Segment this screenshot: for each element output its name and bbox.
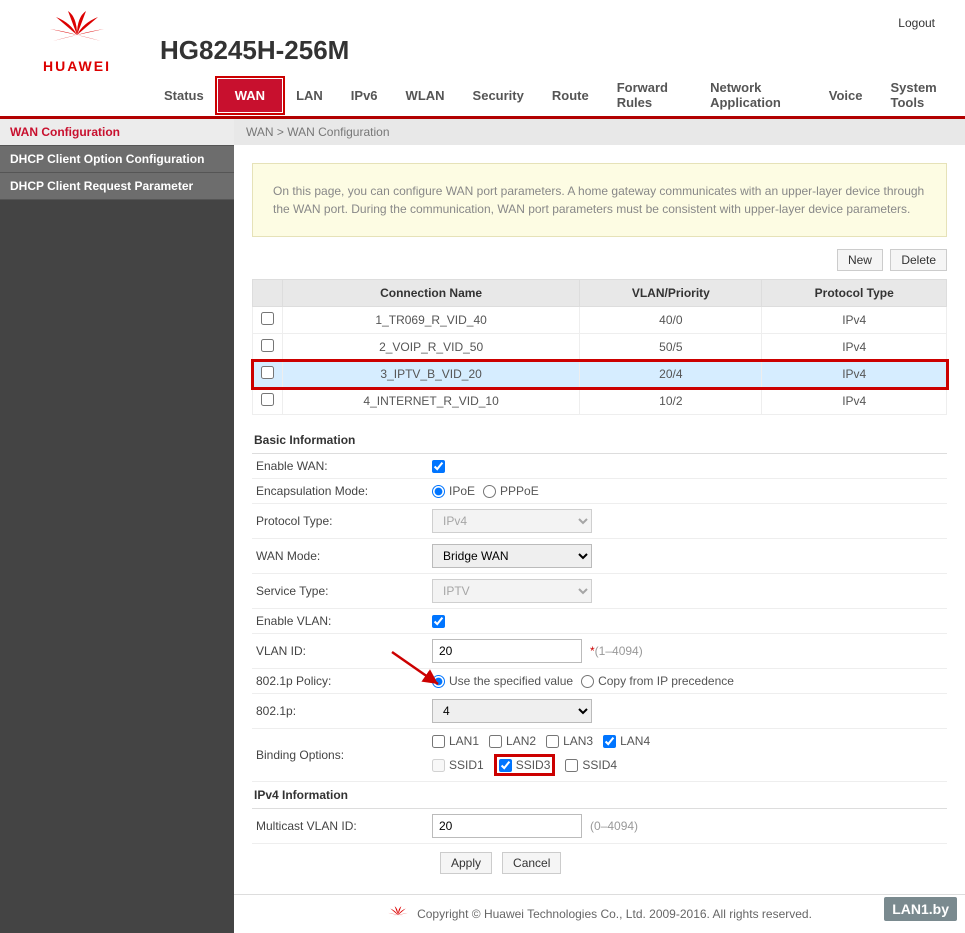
multicast-vlan-input[interactable] [432, 814, 582, 838]
nav-forward-rules[interactable]: Forward Rules [603, 74, 696, 116]
basic-info-title: Basic Information [252, 427, 947, 454]
nav-voice[interactable]: Voice [815, 82, 877, 109]
nav-status[interactable]: Status [150, 82, 218, 109]
model-title: HG8245H-256M [142, 35, 898, 74]
sidebar: WAN Configuration DHCP Client Option Con… [0, 119, 234, 933]
encap-ipoe-radio[interactable] [432, 485, 445, 498]
vlan-id-input[interactable] [432, 639, 582, 663]
8021p-select[interactable]: 4 [432, 699, 592, 723]
breadcrumb: WAN > WAN Configuration [234, 119, 965, 145]
watermark: LAN1.by [884, 897, 957, 921]
logout-link[interactable]: Logout [898, 16, 953, 30]
info-box: On this page, you can configure WAN port… [252, 163, 947, 237]
main-nav: Status WAN LAN IPv6 WLAN Security Route … [0, 74, 965, 119]
cancel-button[interactable]: Cancel [502, 852, 561, 874]
row-checkbox[interactable] [261, 366, 274, 379]
wan-mode-select[interactable]: Bridge WAN [432, 544, 592, 568]
footer-copyright: Copyright © Huawei Technologies Co., Ltd… [417, 907, 812, 921]
nav-ipv6[interactable]: IPv6 [337, 82, 392, 109]
brand-text: HUAWEI [43, 58, 111, 74]
bind-ssid4-checkbox[interactable] [565, 759, 578, 772]
apply-button[interactable]: Apply [440, 852, 492, 874]
enable-wan-label: Enable WAN: [252, 459, 432, 473]
col-protocol-type: Protocol Type [762, 280, 947, 307]
8021p-label: 802.1p: [252, 704, 432, 718]
sidebar-item-wan-config[interactable]: WAN Configuration [0, 119, 234, 146]
connection-table: Connection Name VLAN/Priority Protocol T… [252, 279, 947, 415]
binding-options-label: Binding Options: [252, 748, 432, 762]
wan-mode-label: WAN Mode: [252, 549, 432, 563]
bind-lan2-checkbox[interactable] [489, 735, 502, 748]
row-checkbox[interactable] [261, 393, 274, 406]
delete-button[interactable]: Delete [890, 249, 947, 271]
enable-vlan-checkbox[interactable] [432, 615, 445, 628]
bind-lan3-checkbox[interactable] [546, 735, 559, 748]
protocol-type-label: Protocol Type: [252, 514, 432, 528]
bind-lan1-checkbox[interactable] [432, 735, 445, 748]
vlan-id-label: VLAN ID: [252, 644, 432, 658]
8021p-policy-label: 802.1p Policy: [252, 674, 432, 688]
huawei-logo-icon [45, 8, 109, 56]
bind-lan4-checkbox[interactable] [603, 735, 616, 748]
row-checkbox[interactable] [261, 312, 274, 325]
service-type-label: Service Type: [252, 584, 432, 598]
bind-ssid3-checkbox[interactable] [499, 759, 512, 772]
sidebar-item-dhcp-option[interactable]: DHCP Client Option Configuration [0, 146, 234, 173]
table-row[interactable]: 4_INTERNET_R_VID_10 10/2 IPv4 [253, 388, 947, 415]
table-row[interactable]: 1_TR069_R_VID_40 40/0 IPv4 [253, 307, 947, 334]
protocol-type-select[interactable]: IPv4 [432, 509, 592, 533]
enable-wan-checkbox[interactable] [432, 460, 445, 473]
ipv4-info-title: IPv4 Information [252, 782, 947, 809]
sidebar-item-dhcp-request[interactable]: DHCP Client Request Parameter [0, 173, 234, 200]
new-button[interactable]: New [837, 249, 883, 271]
service-type-select[interactable]: IPTV [432, 579, 592, 603]
row-checkbox[interactable] [261, 339, 274, 352]
policy-specified-radio[interactable] [432, 675, 445, 688]
bind-ssid1-checkbox[interactable] [432, 759, 445, 772]
table-row[interactable]: 2_VOIP_R_VID_50 50/5 IPv4 [253, 334, 947, 361]
nav-network-application[interactable]: Network Application [696, 74, 815, 116]
nav-wlan[interactable]: WLAN [392, 82, 459, 109]
col-connection-name: Connection Name [283, 280, 580, 307]
encap-pppoe-radio[interactable] [483, 485, 496, 498]
huawei-logo-small-icon [387, 905, 409, 923]
policy-copy-radio[interactable] [581, 675, 594, 688]
table-row-selected[interactable]: 3_IPTV_B_VID_20 20/4 IPv4 [253, 361, 947, 388]
encap-mode-label: Encapsulation Mode: [252, 484, 432, 498]
enable-vlan-label: Enable VLAN: [252, 614, 432, 628]
nav-system-tools[interactable]: System Tools [876, 74, 965, 116]
nav-wan[interactable]: WAN [218, 79, 282, 112]
nav-security[interactable]: Security [459, 82, 538, 109]
col-vlan-priority: VLAN/Priority [580, 280, 762, 307]
multicast-vlan-label: Multicast VLAN ID: [252, 819, 432, 833]
nav-route[interactable]: Route [538, 82, 603, 109]
nav-lan[interactable]: LAN [282, 82, 337, 109]
